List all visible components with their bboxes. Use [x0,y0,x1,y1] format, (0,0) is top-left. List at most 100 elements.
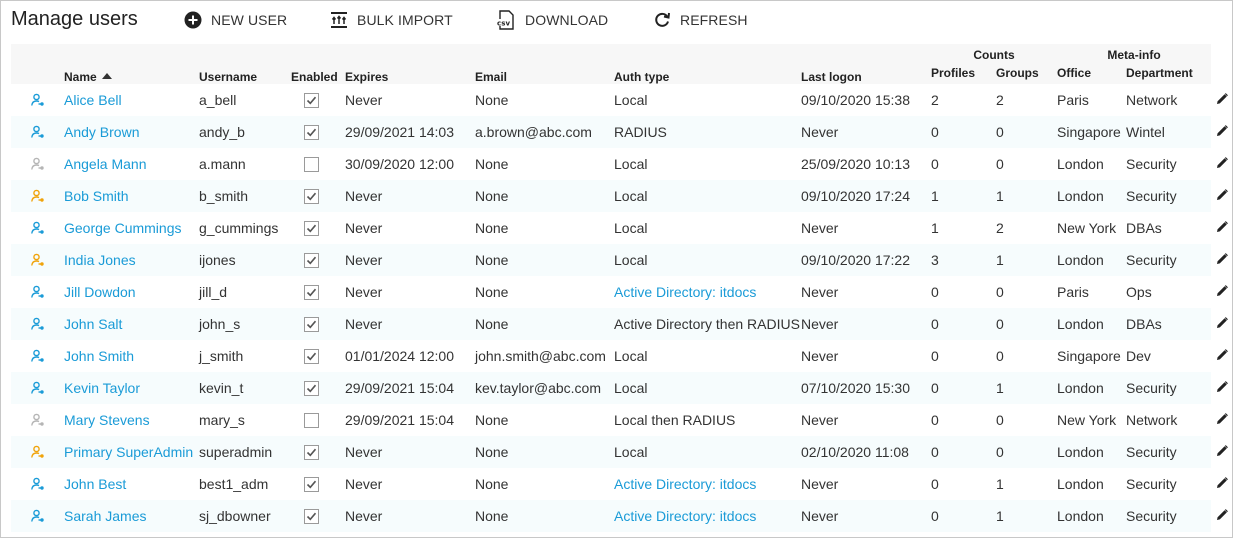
column-header-username[interactable]: Username [199,44,291,84]
user-name-link[interactable]: Sarah James [64,500,199,532]
column-header-expires[interactable]: Expires [345,44,475,84]
download-csv-button[interactable]: csv DOWNLOAD [496,10,608,30]
enabled-checkbox[interactable] [304,476,319,492]
user-type-cell [11,212,64,244]
user-name-link[interactable]: John Best [64,468,199,500]
user-name-link[interactable]: Mary Stevens [64,404,199,436]
table-row[interactable]: Alice Bell a_bell Never None Local 09/10/2020… [11,84,1232,116]
enabled-checkbox[interactable] [304,92,319,108]
user-key-icon [30,509,44,522]
email-cell: None [475,412,509,428]
email-cell: None [475,308,614,340]
table-row[interactable]: India Jones ijones Never None Local 09/10/202… [11,244,1233,276]
table-row[interactable]: Bob Smith b_smith Never None Local 09/10/2020… [11,180,1233,212]
refresh-button[interactable]: REFRESH [653,11,748,29]
user-key-icon [30,285,44,298]
table-row[interactable]: Angela Mann a.mann 30/09/2020 12:00 None Loc… [11,148,1232,180]
pencil-icon[interactable] [1216,285,1228,297]
profiles-count-cell: 0 [931,436,996,468]
user-name-link[interactable]: John Salt [64,308,199,340]
auth-type-cell[interactable]: Active Directory: itdocs [614,500,801,532]
user-name-link[interactable]: George Cummings [64,212,199,244]
enabled-checkbox[interactable] [304,508,319,524]
user-type-cell [11,404,64,436]
pencil-icon[interactable] [1216,381,1228,393]
column-header-office[interactable]: Office [1057,62,1127,84]
email-cell: None [475,244,614,276]
pencil-icon[interactable] [1216,253,1228,265]
expires-cell: Never [345,220,383,236]
column-header-last-logon[interactable]: Last logon [801,44,931,84]
username-cell: a_bell [199,92,237,108]
table-row[interactable]: John Best best1_adm Never None Active Direct… [11,468,1232,500]
table-row[interactable]: Mary Stevens mary_s 29/09/2021 15:04 None Lo… [11,404,1232,436]
user-name-link[interactable]: Angela Mann [64,148,199,180]
pencil-icon[interactable] [1216,413,1228,425]
pencil-icon[interactable] [1216,125,1228,137]
checkmark-icon [306,224,317,232]
groups-count-cell: 0 [996,156,1004,172]
username-cell: j_smith [199,348,244,364]
auth-type-cell: Local [614,244,801,276]
groups-count-cell: 1 [996,372,1058,404]
office-cell: Singapore [1057,348,1121,364]
enabled-checkbox[interactable] [304,220,319,236]
enabled-checkbox[interactable] [304,444,319,460]
enabled-checkbox[interactable] [304,412,319,428]
pencil-icon[interactable] [1216,509,1228,521]
auth-type-cell[interactable]: Active Directory: itdocs [614,276,801,308]
office-cell: London [1057,244,1127,276]
pencil-icon[interactable] [1216,349,1228,361]
table-row[interactable]: Sarah James sj_dbowner Never None Active Dir… [11,500,1233,532]
table-row[interactable]: Jill Dowdon jill_d Never None Active Directo… [11,276,1232,308]
refresh-label: REFRESH [680,12,748,28]
column-header-email[interactable]: Email [475,44,614,84]
user-name-link[interactable]: Alice Bell [64,84,199,116]
pencil-icon[interactable] [1216,445,1228,457]
user-name-link[interactable]: Primary SuperAdmin [64,436,199,468]
column-header-auth-type[interactable]: Auth type [614,44,801,84]
enabled-checkbox[interactable] [304,380,319,396]
expires-cell: Never [345,244,475,276]
user-name-link[interactable]: John Smith [64,340,199,372]
user-name-link[interactable]: Andy Brown [64,116,199,148]
enabled-checkbox[interactable] [304,156,319,172]
profiles-count-cell: 0 [931,476,939,492]
enabled-checkbox[interactable] [304,316,319,332]
bulk-import-button[interactable]: BULK IMPORT [330,11,453,29]
auth-type-cell[interactable]: Active Directory: itdocs [614,468,801,500]
enabled-cell [291,372,345,404]
enabled-checkbox[interactable] [304,284,319,300]
pencil-icon[interactable] [1216,317,1228,329]
table-row[interactable]: John Salt john_s Never None Active Directory… [11,308,1233,340]
enabled-checkbox[interactable] [304,348,319,364]
pencil-icon[interactable] [1216,93,1228,105]
user-key-icon [30,125,44,138]
user-name-link[interactable]: India Jones [64,244,199,276]
table-row[interactable]: Primary SuperAdmin superadmin Never None Loc… [11,436,1233,468]
table-row[interactable]: Kevin Taylor kevin_t 29/09/2021 15:04 kev.t… [11,372,1233,404]
office-cell: Paris [1057,284,1089,300]
table-row[interactable]: George Cummings g_cummings Never None Local N… [11,212,1232,244]
username-cell: superadmin [199,436,291,468]
user-name-link[interactable]: Kevin Taylor [64,372,199,404]
column-header-groups[interactable]: Groups [996,62,1058,84]
enabled-checkbox[interactable] [304,124,319,140]
pencil-icon[interactable] [1216,477,1228,489]
enabled-checkbox[interactable] [304,188,319,204]
column-header-enabled[interactable]: Enabled [291,44,345,84]
pencil-icon[interactable] [1216,221,1228,233]
column-header-profiles[interactable]: Profiles [931,62,996,84]
table-row[interactable]: Andy Brown andy_b 29/09/2021 14:03 a.brown@… [11,116,1233,148]
table-row[interactable]: John Smith j_smith 01/01/2024 12:00 john.sm… [11,340,1232,372]
new-user-button[interactable]: NEW USER [184,11,287,29]
user-name-link[interactable]: Jill Dowdon [64,276,199,308]
column-header-department[interactable]: Department [1126,62,1212,84]
column-header-name[interactable]: Name [64,44,199,84]
last-logon-cell: Never [801,500,931,532]
pencil-icon[interactable] [1216,157,1228,169]
username-cell: sj_dbowner [199,500,291,532]
pencil-icon[interactable] [1216,189,1228,201]
user-name-link[interactable]: Bob Smith [64,180,199,212]
enabled-checkbox[interactable] [304,252,319,268]
